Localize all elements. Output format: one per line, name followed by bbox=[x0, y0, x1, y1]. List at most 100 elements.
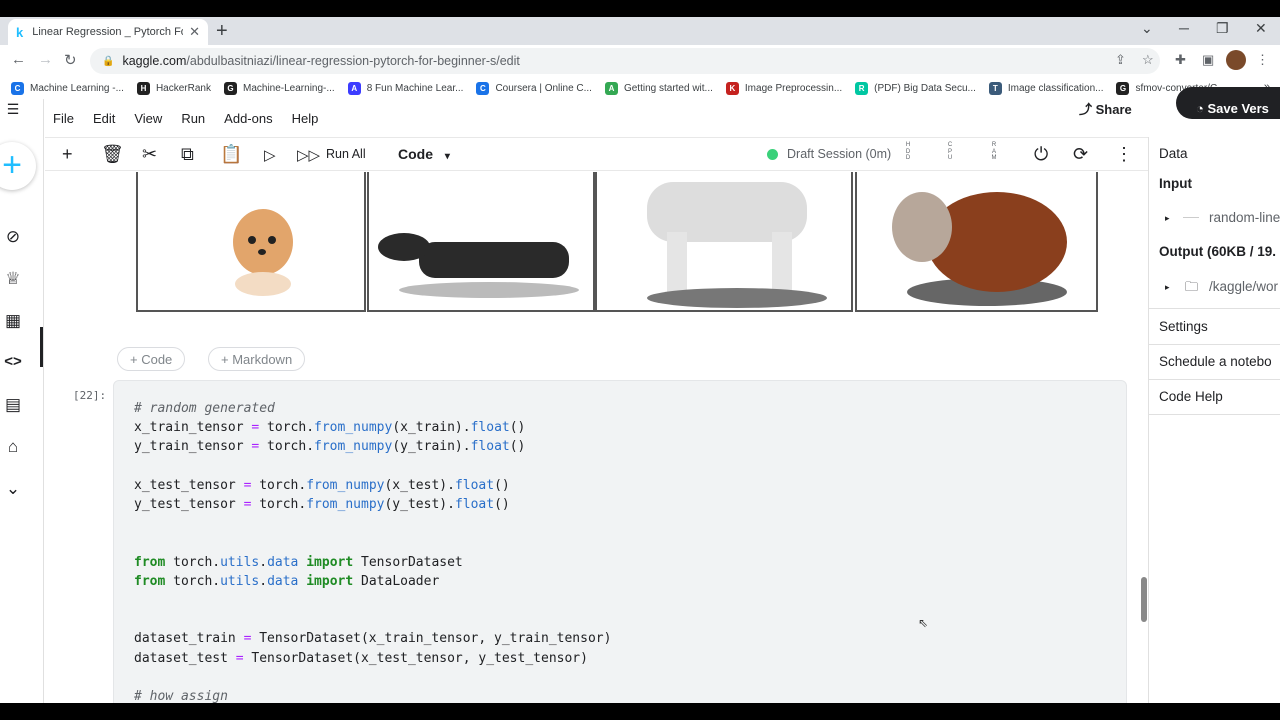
input-dataset-item[interactable]: random-line bbox=[1209, 210, 1280, 225]
reload-icon[interactable]: ↻ bbox=[64, 51, 77, 69]
side-panel-icon[interactable]: ▣ bbox=[1202, 52, 1214, 68]
save-version-button[interactable]: ◔ Save Vers bbox=[1176, 87, 1280, 119]
mouse-cursor-icon: ⇖ bbox=[918, 616, 929, 630]
add-code-button[interactable]: + Code bbox=[117, 347, 186, 371]
share-icon: ⤴ bbox=[1079, 102, 1096, 117]
session-status[interactable]: Draft Session (0m) bbox=[787, 147, 891, 161]
trophy-icon[interactable]: ♕ bbox=[3, 269, 23, 289]
menu-run[interactable]: Run bbox=[181, 111, 205, 126]
more-options-icon[interactable]: ⋮ bbox=[1115, 144, 1133, 165]
bookmark-item[interactable]: R (PDF) Big Data Secu... bbox=[855, 81, 976, 95]
menu-help[interactable]: Help bbox=[292, 111, 319, 126]
code-line: ​ bbox=[134, 591, 611, 610]
menu-file[interactable]: File bbox=[53, 111, 74, 126]
output-folder-item[interactable]: /kaggle/wor bbox=[1209, 279, 1278, 294]
code-icon[interactable]: <> bbox=[3, 353, 23, 370]
learn-icon[interactable]: ⌂ bbox=[3, 437, 23, 457]
minimize-icon[interactable]: ─ bbox=[1179, 20, 1189, 36]
profile-avatar[interactable] bbox=[1226, 50, 1246, 70]
menu-edit[interactable]: Edit bbox=[93, 111, 115, 126]
share-label: Share bbox=[1095, 102, 1132, 117]
bookmark-favicon-icon: A bbox=[347, 81, 361, 95]
delete-cell-icon[interactable]: 🗑 bbox=[101, 144, 124, 165]
bookmark-label: (PDF) Big Data Secu... bbox=[874, 82, 976, 94]
code-line: # how assign bbox=[134, 689, 228, 703]
share-button[interactable]: ⤴ Share bbox=[1079, 99, 1132, 118]
code-line: dataset_test = TensorDataset(x_test_tens… bbox=[134, 650, 588, 666]
run-all-button[interactable]: Run All bbox=[326, 147, 366, 161]
bookmark-item[interactable]: C Coursera | Online C... bbox=[476, 81, 592, 95]
restore-icon[interactable]: ❐ bbox=[1216, 20, 1229, 37]
code-cell[interactable]: # random generated x_train_tensor = torch… bbox=[113, 380, 1127, 703]
menu-addons[interactable]: Add-ons bbox=[224, 111, 272, 126]
expand-input-icon[interactable]: ▸ bbox=[1165, 213, 1170, 224]
code-line: x_train_tensor = torch.from_numpy(x_trai… bbox=[134, 420, 526, 436]
comments-icon[interactable]: ▤ bbox=[3, 395, 23, 415]
code-line: ​ bbox=[134, 668, 611, 687]
bookmark-item[interactable]: G Machine-Learning-... bbox=[223, 81, 335, 95]
bookmark-item[interactable]: A Getting started wit... bbox=[604, 81, 713, 95]
run-cell-icon[interactable]: ▷ bbox=[264, 146, 276, 164]
close-window-icon[interactable]: ✕ bbox=[1255, 20, 1267, 37]
copy-icon[interactable]: ⧉ bbox=[181, 144, 194, 165]
code-help-section[interactable]: Code Help bbox=[1159, 389, 1223, 404]
run-all-icon[interactable]: ▷▷ bbox=[297, 146, 320, 164]
bookmark-item[interactable]: H HackerRank bbox=[136, 81, 211, 95]
notebook-scrollbar[interactable] bbox=[1141, 577, 1147, 622]
ram-meter: R A M bbox=[991, 142, 997, 161]
create-plus-icon[interactable]: + bbox=[0, 142, 36, 190]
bookmark-label: 8 Fun Machine Lear... bbox=[366, 82, 464, 94]
back-icon[interactable]: ← bbox=[11, 51, 26, 68]
bookmark-favicon-icon: R bbox=[855, 81, 869, 95]
dataset-icon bbox=[1183, 217, 1199, 218]
code-editor[interactable]: # random generated x_train_tensor = torch… bbox=[134, 399, 611, 703]
extensions-icon[interactable]: ✚ bbox=[1175, 52, 1186, 68]
new-tab-icon[interactable]: + bbox=[216, 20, 228, 43]
cell-type-dropdown[interactable]: Code ▾ bbox=[398, 146, 450, 162]
bookmark-favicon-icon: C bbox=[476, 81, 490, 95]
dog-image-strip bbox=[136, 172, 1098, 312]
folder-icon: 🗀 bbox=[1185, 279, 1199, 294]
bookmark-favicon-icon: H bbox=[136, 81, 150, 95]
close-tab-icon[interactable]: ✕ bbox=[189, 24, 200, 40]
settings-section[interactable]: Settings bbox=[1159, 319, 1208, 334]
menu-view[interactable]: View bbox=[134, 111, 162, 126]
menu-bar: File Edit View Run Add-ons Help bbox=[45, 99, 1148, 137]
data-section-title[interactable]: Data bbox=[1159, 146, 1188, 161]
browser-tab-bar: k Linear Regression _ Pytorch For B ✕ + … bbox=[0, 17, 1280, 45]
bookmark-item[interactable]: T Image classification... bbox=[988, 81, 1103, 95]
active-nav-indicator bbox=[40, 327, 43, 367]
chevron-down-icon[interactable]: ⌄ bbox=[3, 479, 23, 499]
bookmark-item[interactable]: K Image Preprocessin... bbox=[725, 81, 842, 95]
power-icon[interactable]: ⏻ bbox=[1034, 144, 1048, 165]
code-line: from torch.utils.data import DataLoader bbox=[134, 573, 440, 589]
session-status-dot bbox=[767, 149, 778, 160]
add-cell-icon[interactable]: + bbox=[62, 144, 73, 165]
browser-menu-icon[interactable]: ⋮ bbox=[1256, 52, 1269, 68]
puppy-image bbox=[136, 172, 366, 312]
bookmark-label: Machine-Learning-... bbox=[242, 82, 335, 94]
code-line: ​ bbox=[134, 457, 611, 476]
divider bbox=[1149, 308, 1280, 309]
bookmark-item[interactable]: A 8 Fun Machine Lear... bbox=[347, 81, 464, 95]
bookmark-star-icon[interactable]: ☆ bbox=[1142, 52, 1154, 68]
screen: k Linear Regression _ Pytorch For B ✕ + … bbox=[0, 17, 1280, 703]
restart-icon[interactable]: ⟳ bbox=[1073, 144, 1088, 165]
schedule-section[interactable]: Schedule a notebo bbox=[1159, 354, 1272, 369]
save-icon: ◔ bbox=[1196, 101, 1208, 116]
add-markdown-button[interactable]: + Markdown bbox=[208, 347, 306, 371]
expand-output-icon[interactable]: ▸ bbox=[1165, 282, 1170, 293]
output-heading: Output (60KB / 19. bbox=[1159, 244, 1277, 259]
url-field[interactable]: 🔒 kaggle.com/abdulbasitniazi/linear-regr… bbox=[90, 48, 1160, 74]
compass-icon[interactable]: ⊘ bbox=[3, 227, 23, 247]
hamburger-menu-icon[interactable]: ☰ bbox=[3, 101, 23, 118]
table-icon[interactable]: ▦ bbox=[3, 311, 23, 331]
tab-search-icon[interactable]: ⌄ bbox=[1141, 20, 1153, 37]
cut-icon[interactable]: ✂ bbox=[142, 144, 157, 165]
bookmark-item[interactable]: C Machine Learning -... bbox=[11, 81, 124, 95]
paste-icon[interactable]: 📋 bbox=[220, 144, 242, 165]
browser-tab[interactable]: k Linear Regression _ Pytorch For B ✕ bbox=[8, 19, 208, 45]
url-host: kaggle.com bbox=[122, 54, 187, 68]
share-page-icon[interactable]: ⇪ bbox=[1115, 52, 1126, 68]
forward-icon[interactable]: → bbox=[38, 51, 53, 68]
